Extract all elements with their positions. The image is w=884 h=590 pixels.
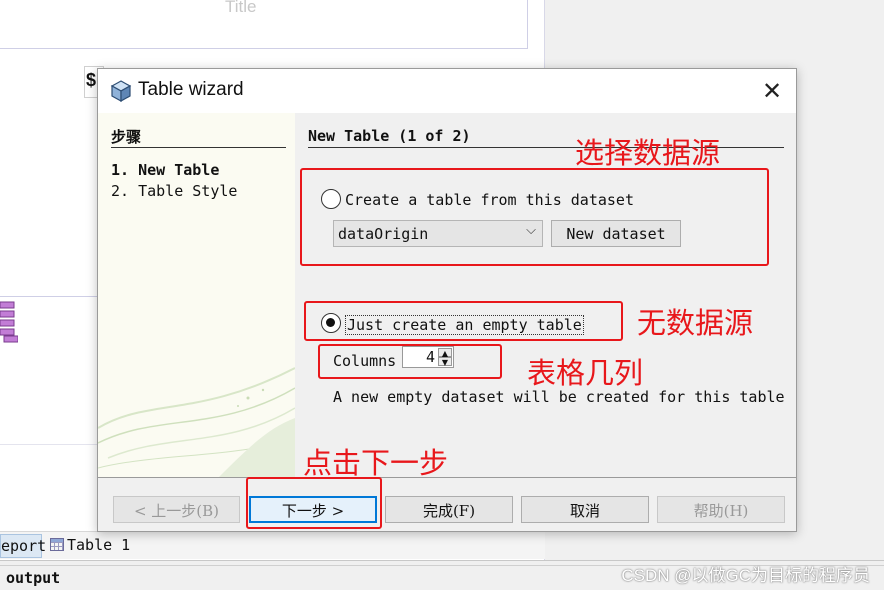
finish-button[interactable]: 完成(F) bbox=[385, 496, 513, 523]
cancel-button[interactable]: 取消 bbox=[521, 496, 649, 523]
annotation-dataset: 选择数据源 bbox=[575, 136, 721, 170]
editor-tabs: eport Table 1 bbox=[0, 531, 545, 559]
editor-title-placeholder: Title bbox=[225, 0, 257, 16]
watermark: CSDN @以做GC为目标的程序员 bbox=[621, 566, 870, 585]
annotation-columns: 表格几列 bbox=[527, 356, 644, 390]
tab-table-1-label: Table 1 bbox=[67, 536, 131, 554]
annotation-box-empty bbox=[304, 301, 623, 341]
editor-divider bbox=[0, 48, 528, 49]
dialog-title: Table wizard bbox=[138, 79, 244, 100]
table-icon bbox=[50, 538, 64, 551]
back-button[interactable]: < 上一步(B) bbox=[113, 496, 240, 523]
cube-icon bbox=[110, 80, 132, 102]
close-button[interactable]: ✕ bbox=[756, 75, 788, 107]
close-icon: ✕ bbox=[761, 77, 783, 105]
annotation-next: 点击下一步 bbox=[303, 446, 449, 480]
decorative-swirl bbox=[98, 367, 295, 478]
editor-divider-3 bbox=[0, 444, 100, 445]
steps-heading: 步骤 bbox=[111, 128, 142, 146]
tab-table-1[interactable]: Table 1 bbox=[50, 534, 150, 558]
output-panel: output CSDN @以做GC为目标的程序员 bbox=[0, 560, 884, 590]
content-heading: New Table (1 of 2) bbox=[308, 127, 471, 145]
step-new-table: 1. New Table bbox=[111, 161, 220, 179]
dialog-title-bar: Table wizard ✕ bbox=[98, 69, 796, 113]
annotation-box-dataset bbox=[300, 168, 769, 266]
editor-divider-2 bbox=[0, 296, 100, 297]
editor-vertical-divider bbox=[527, 0, 528, 48]
annotation-empty: 无数据源 bbox=[637, 306, 754, 340]
step-table-style: 2. Table Style bbox=[111, 182, 238, 200]
tab-report[interactable]: eport bbox=[0, 534, 46, 558]
help-button[interactable]: 帮助(H) bbox=[657, 496, 785, 523]
annotation-box-columns bbox=[318, 344, 502, 379]
steps-panel: 步骤 1. New Table 2. Table Style bbox=[98, 113, 295, 478]
annotation-box-next bbox=[246, 477, 382, 529]
output-label[interactable]: output bbox=[6, 569, 60, 587]
steps-rule bbox=[111, 147, 286, 148]
dataset-stack-icon bbox=[0, 301, 18, 343]
